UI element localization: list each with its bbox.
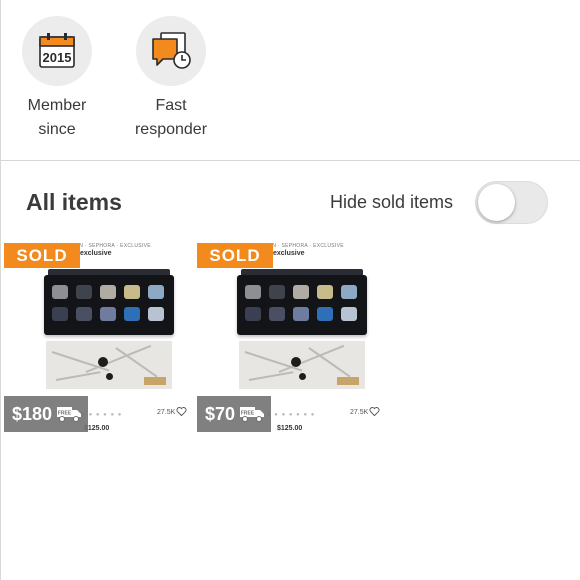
listing-price: $70 [205,403,236,424]
thumbnail-subtitle: exclusive [80,250,112,257]
eyeshadow-pan [245,307,261,321]
palette-artwork-image [239,341,365,389]
badge-label-line2: since [38,121,76,138]
listing-card[interactable]: BOBBI BROWN · SEPHORA · EXCLUSIVE exclus… [4,243,189,435]
eyeshadow-pan [317,307,333,321]
free-shipping-label: FREE [58,411,72,417]
eyeshadow-pan [269,285,285,299]
likes-count: 27.5K [157,409,176,416]
badge-label-line1: Member [27,97,87,114]
heart-icon [176,407,187,417]
eyeshadow-pan [293,285,309,299]
free-shipping-truck-icon: FREE [57,407,82,422]
eyeshadow-pan [293,307,309,321]
price-tag: $70 FREE [197,396,272,432]
eyeshadow-pan [100,285,116,299]
eyeshadow-pan [269,307,285,321]
price-tag: $180 FREE [4,396,89,432]
thumbnail-subtitle: exclusive [273,250,305,257]
eyeshadow-pan [148,307,164,321]
eyeshadow-pan [148,285,164,299]
free-shipping-truck-icon: FREE [240,407,265,422]
eyeshadow-pan [124,307,140,321]
section-title: All items [26,189,122,215]
badge-label-line1: Fast [155,97,187,114]
fast-responder-badge: Fast responder [111,16,231,142]
eyeshadow-pan [124,285,140,299]
sold-tag: SOLD [197,243,273,268]
eyeshadow-pan [100,307,116,321]
badge-label: Fast responder [111,94,231,142]
palette-artwork-image [46,341,172,389]
eyeshadow-pan [76,285,92,299]
calendar-year: 2015 [43,50,72,65]
likes-count: 27.5K [350,409,369,416]
heart-icon [369,407,380,417]
toggle-knob [478,184,515,221]
listing-card[interactable]: BOBBI BROWN · SEPHORA · EXCLUSIVE exclus… [197,243,382,435]
member-since-badge: 2015 Member since [0,16,117,142]
thumbnail-price: $125.00 [277,425,303,432]
badge-label-line2: responder [134,121,208,138]
eyeshadow-pan [245,285,261,299]
eyeshadow-pan [52,285,68,299]
hide-sold-toggle[interactable] [475,181,548,224]
carousel-dots: ● ● ● ● ● ● ● [267,412,316,418]
eyeshadow-pan [317,285,333,299]
eyeshadow-pan [341,285,357,299]
chat-clock-icon [136,16,206,86]
eyeshadow-pan [52,307,68,321]
eyeshadow-palette-image [44,275,174,335]
hide-sold-label: Hide sold items [330,192,454,212]
sold-tag: SOLD [4,243,80,268]
eyeshadow-pan [76,307,92,321]
free-shipping-label: FREE [241,411,255,417]
calendar-icon: 2015 [22,16,92,86]
eyeshadow-pan [341,307,357,321]
eyeshadow-palette-image [237,275,367,335]
badge-label: Member since [0,94,117,142]
section-divider [0,160,580,161]
listing-price: $180 [12,403,53,424]
